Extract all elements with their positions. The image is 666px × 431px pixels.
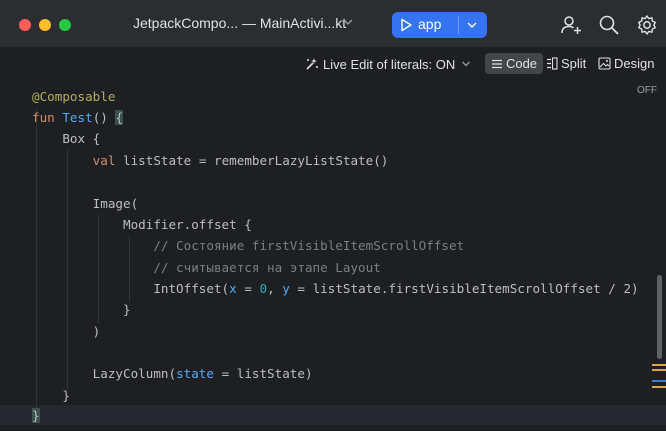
code-line[interactable]: LazyColumn(state = listState) xyxy=(32,364,313,384)
live-edit-icon xyxy=(306,58,318,70)
code-line[interactable]: Image( xyxy=(32,194,139,214)
live-edit-dropdown[interactable]: Live Edit of literals: ON xyxy=(305,55,475,73)
error-stripe-marker[interactable] xyxy=(652,386,666,388)
text-lines-icon xyxy=(491,59,502,68)
code-line[interactable]: fun Test() { xyxy=(32,108,124,128)
search-icon[interactable] xyxy=(598,14,620,36)
code-line[interactable]: } xyxy=(32,386,70,406)
code-line[interactable]: } xyxy=(32,406,40,426)
error-stripe-marker[interactable] xyxy=(652,369,666,371)
divider xyxy=(458,16,459,34)
current-line-highlight xyxy=(0,405,666,425)
code-line[interactable]: val listState = rememberLazyListState() xyxy=(32,151,389,171)
code-view-label: Code xyxy=(505,56,538,71)
code-line[interactable]: } xyxy=(32,300,131,320)
design-view-button[interactable]: Design xyxy=(598,53,654,74)
play-icon xyxy=(401,18,412,32)
run-configuration-label: app xyxy=(418,16,442,32)
split-view-label: Split xyxy=(561,56,587,71)
image-icon xyxy=(598,57,611,70)
vertical-scrollbar[interactable] xyxy=(657,275,662,359)
code-line[interactable]: @Composable xyxy=(32,87,115,107)
close-window-button[interactable] xyxy=(19,19,31,31)
editor-bottom-edge xyxy=(0,425,666,431)
code-line[interactable]: // считывается на этапе Layout xyxy=(32,258,380,278)
minimize-window-button[interactable] xyxy=(39,19,51,31)
gear-icon[interactable] xyxy=(636,14,658,36)
window-title[interactable]: JetpackCompo... — MainActivi...kt xyxy=(133,15,346,31)
chevron-down-icon[interactable] xyxy=(466,19,478,31)
run-configuration-button[interactable]: app xyxy=(392,12,487,38)
inspection-status[interactable]: OFF xyxy=(637,85,657,96)
title-bar: JetpackCompo... — MainActivi...kt app xyxy=(0,0,666,48)
split-icon xyxy=(547,57,558,70)
live-edit-label: Live Edit of literals: ON xyxy=(323,56,456,72)
chevron-down-icon[interactable] xyxy=(343,15,353,29)
maximize-window-button[interactable] xyxy=(59,19,71,31)
code-line[interactable]: IntOffset(x = 0, y = listState.firstVisi… xyxy=(32,279,638,299)
split-view-button[interactable]: Split xyxy=(546,53,586,74)
error-stripe-marker[interactable] xyxy=(652,380,666,382)
error-stripe-marker[interactable] xyxy=(652,364,666,366)
add-user-icon[interactable] xyxy=(560,14,582,36)
editor-toolbar: Live Edit of literals: ON Code Split Des… xyxy=(0,48,666,80)
code-line[interactable]: Box { xyxy=(32,129,100,149)
code-view-button[interactable]: Code xyxy=(485,53,543,74)
chevron-down-icon xyxy=(462,61,471,67)
code-line[interactable]: Modifier.offset { xyxy=(32,215,252,235)
code-line[interactable]: ) xyxy=(32,322,101,342)
ide-window: JetpackCompo... — MainActivi...kt app Li… xyxy=(0,0,666,431)
code-line[interactable]: // Состояние firstVisibleItemScrollOffse… xyxy=(32,236,464,256)
design-view-label: Design xyxy=(614,56,655,71)
